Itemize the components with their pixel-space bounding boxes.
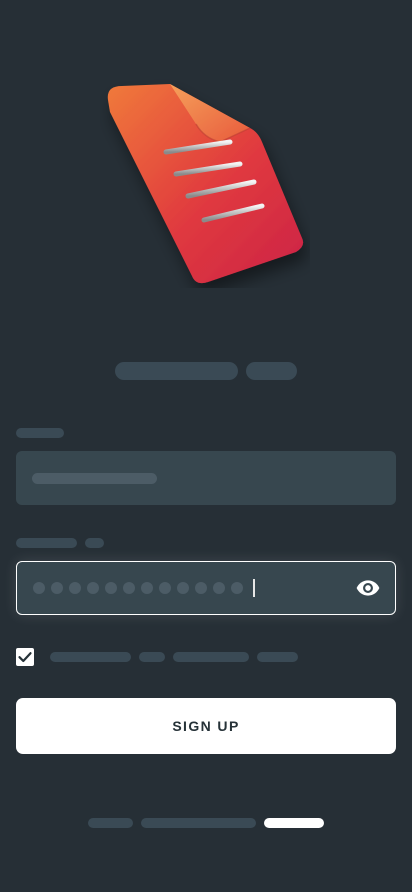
terms-checkbox[interactable] [16, 648, 34, 666]
pager-indicator-3[interactable] [264, 818, 324, 828]
email-label-placeholder [16, 428, 64, 438]
pager-indicator-2[interactable] [141, 818, 256, 828]
document-icon [107, 84, 304, 284]
pager-indicator-1[interactable] [88, 818, 133, 828]
password-label-placeholder [85, 538, 104, 548]
email-field[interactable] [16, 451, 396, 505]
password-label-placeholder [16, 538, 77, 548]
password-masked-value [33, 562, 255, 614]
checkmark-icon [18, 652, 32, 663]
signup-button[interactable]: SIGN UP [16, 698, 396, 754]
text-caret [253, 579, 255, 597]
email-value-placeholder [32, 473, 157, 484]
eye-icon[interactable] [355, 575, 381, 601]
password-field[interactable] [16, 561, 396, 615]
title-placeholder [115, 362, 238, 380]
signup-button-label: SIGN UP [172, 718, 240, 734]
terms-text-placeholder [173, 652, 249, 662]
terms-text-placeholder [139, 652, 165, 662]
terms-text-placeholder [257, 652, 298, 662]
title-placeholder [246, 362, 297, 380]
terms-text-placeholder [50, 652, 131, 662]
